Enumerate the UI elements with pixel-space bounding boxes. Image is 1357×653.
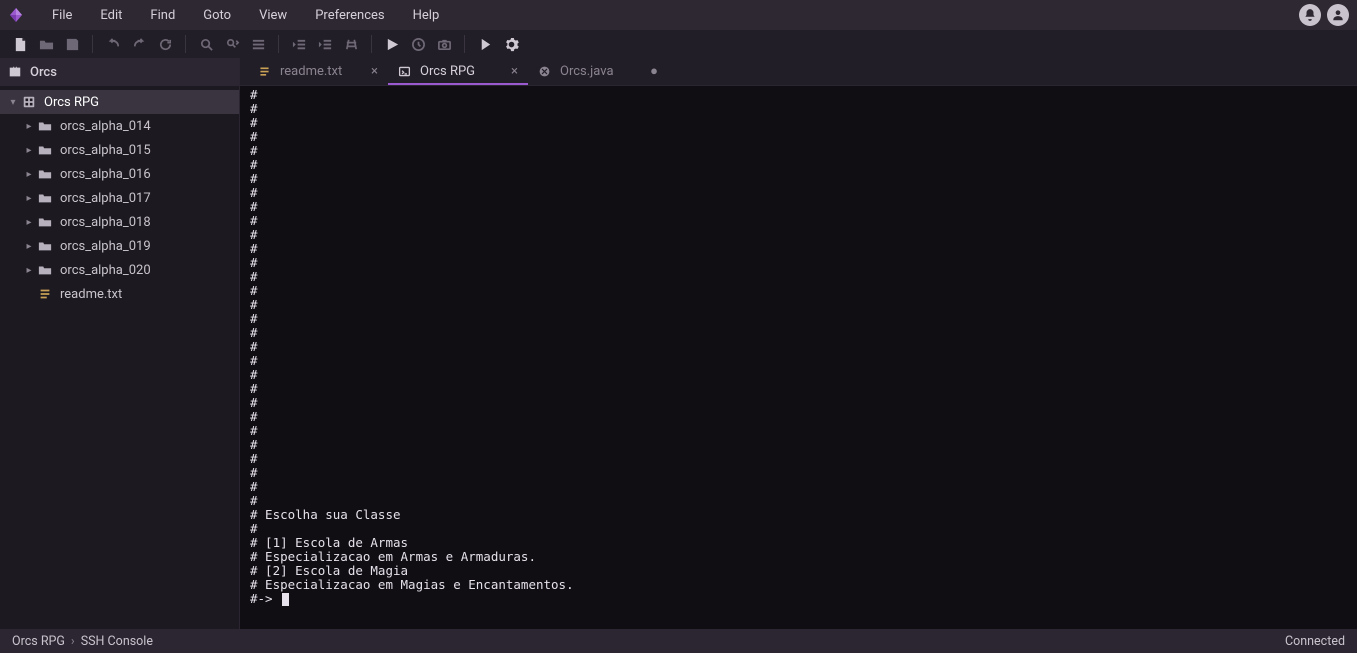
folder-icon xyxy=(36,167,54,181)
tab-close-button[interactable]: ● xyxy=(650,63,658,79)
tree-folder[interactable]: ▸ orcs_alpha_015 xyxy=(0,138,239,162)
menubar: FileEditFindGotoViewPreferencesHelp xyxy=(0,0,1357,30)
toolbar xyxy=(0,30,1357,58)
chevron-right-icon: ▸ xyxy=(22,241,36,252)
sidebar: Orcs ▾ Orcs RPG ▸ orcs_alpha_014 ▸ orcs_alp… xyxy=(0,58,240,629)
cursor xyxy=(282,593,289,606)
breadcrumb-project[interactable]: Orcs RPG xyxy=(12,634,65,649)
list-button[interactable] xyxy=(246,32,270,56)
tab-icon xyxy=(258,65,272,78)
tree-folder[interactable]: ▸ orcs_alpha_017 xyxy=(0,186,239,210)
search-button[interactable] xyxy=(194,32,218,56)
search-replace-button[interactable] xyxy=(220,32,244,56)
text-file-icon xyxy=(36,287,54,301)
chevron-right-icon: ▸ xyxy=(22,121,36,132)
history-button[interactable] xyxy=(406,32,430,56)
tree-folder[interactable]: ▸ orcs_alpha_020 xyxy=(0,258,239,282)
tab-label: Orcs RPG xyxy=(420,64,503,79)
folder-icon xyxy=(36,239,54,253)
play-button[interactable] xyxy=(473,32,497,56)
project-header-label: Orcs xyxy=(30,65,57,80)
folder-icon xyxy=(36,191,54,205)
new-file-button[interactable] xyxy=(8,32,32,56)
run-send-button[interactable] xyxy=(380,32,404,56)
connection-status: Connected xyxy=(1285,634,1345,649)
tab-icon xyxy=(398,65,412,78)
chevron-right-icon: ▸ xyxy=(22,145,36,156)
folder-icon xyxy=(36,119,54,133)
chevron-right-icon: ▸ xyxy=(22,193,36,204)
undo-button[interactable] xyxy=(101,32,125,56)
folder-icon xyxy=(36,143,54,157)
tab[interactable]: Orcs.java ● xyxy=(528,57,668,85)
tabbar: readme.txt × Orcs RPG × Orcs.java ● xyxy=(240,58,1357,86)
tab-label: readme.txt xyxy=(280,64,363,79)
tree-folder-label: orcs_alpha_014 xyxy=(60,119,151,134)
menu-file[interactable]: File xyxy=(38,0,86,30)
breadcrumb-view[interactable]: SSH Console xyxy=(81,634,153,649)
tree-folder[interactable]: ▸ orcs_alpha_014 xyxy=(0,114,239,138)
tab[interactable]: Orcs RPG × xyxy=(388,57,528,85)
tab-close-button[interactable]: × xyxy=(511,64,518,79)
open-file-button[interactable] xyxy=(34,32,58,56)
tree-folder-label: orcs_alpha_015 xyxy=(60,143,151,158)
project-header[interactable]: Orcs xyxy=(0,58,239,86)
tree-folder-label: orcs_alpha_019 xyxy=(60,239,151,254)
snapshot-button[interactable] xyxy=(432,32,456,56)
tree-folder-label: orcs_alpha_020 xyxy=(60,263,151,278)
menu-edit[interactable]: Edit xyxy=(86,0,136,30)
notifications-icon[interactable] xyxy=(1299,4,1321,26)
refresh-button[interactable] xyxy=(153,32,177,56)
statusbar: Orcs RPG › SSH Console Connected xyxy=(0,629,1357,653)
tree-root[interactable]: ▾ Orcs RPG xyxy=(0,90,239,114)
tree-folder[interactable]: ▸ orcs_alpha_018 xyxy=(0,210,239,234)
app-logo-icon xyxy=(8,7,24,23)
chevron-right-icon: ▸ xyxy=(22,169,36,180)
chevron-right-icon: ▸ xyxy=(22,265,36,276)
briefcase-icon xyxy=(8,65,22,79)
folder-icon xyxy=(36,215,54,229)
menu-preferences[interactable]: Preferences xyxy=(301,0,398,30)
tab-icon xyxy=(538,65,552,78)
menu-help[interactable]: Help xyxy=(399,0,454,30)
menu-find[interactable]: Find xyxy=(136,0,189,30)
toggle-comment-button[interactable] xyxy=(339,32,363,56)
file-tree: ▾ Orcs RPG ▸ orcs_alpha_014 ▸ orcs_alpha_01… xyxy=(0,86,239,629)
menu-goto[interactable]: Goto xyxy=(189,0,245,30)
chevron-right-icon: › xyxy=(71,634,75,649)
tree-folder[interactable]: ▸ orcs_alpha_016 xyxy=(0,162,239,186)
save-button[interactable] xyxy=(60,32,84,56)
tab[interactable]: readme.txt × xyxy=(248,57,388,85)
redo-button[interactable] xyxy=(127,32,151,56)
tab-label: Orcs.java xyxy=(560,64,642,79)
project-icon xyxy=(20,95,38,109)
tree-file-label: readme.txt xyxy=(60,287,122,302)
tree-folder-label: orcs_alpha_016 xyxy=(60,167,151,182)
tree-folder[interactable]: ▸ orcs_alpha_019 xyxy=(0,234,239,258)
tree-root-label: Orcs RPG xyxy=(44,95,99,110)
account-icon[interactable] xyxy=(1327,4,1349,26)
tree-folder-label: orcs_alpha_017 xyxy=(60,191,151,206)
folder-icon xyxy=(36,263,54,277)
settings-button[interactable] xyxy=(499,32,523,56)
tree-file-readme[interactable]: readme.txt xyxy=(0,282,239,306)
editor-area: readme.txt × Orcs RPG × Orcs.java ● #########… xyxy=(240,58,1357,629)
indent-button[interactable] xyxy=(313,32,337,56)
console-output[interactable]: ############################### Escolha … xyxy=(240,86,1357,629)
menu-view[interactable]: View xyxy=(245,0,301,30)
tree-folder-label: orcs_alpha_018 xyxy=(60,215,151,230)
tab-close-button[interactable]: × xyxy=(371,64,378,79)
chevron-right-icon: ▸ xyxy=(22,217,36,228)
outdent-button[interactable] xyxy=(287,32,311,56)
chevron-down-icon: ▾ xyxy=(6,97,20,108)
